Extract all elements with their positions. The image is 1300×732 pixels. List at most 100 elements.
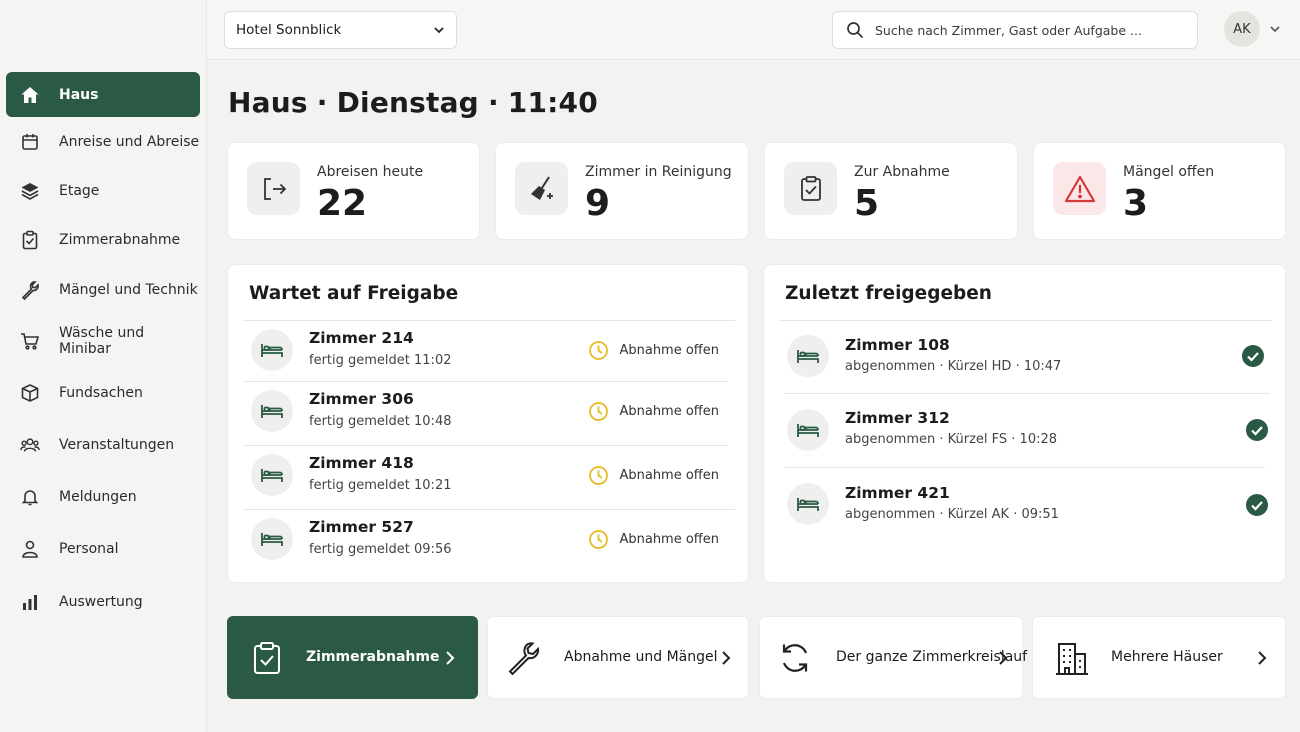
page-title-separator: · [316,86,328,119]
sidebar-item-label: Anreise und Abreise [59,133,200,150]
pending-row[interactable]: Zimmer 418 fertig gemeldet 10:21 Abnahme… [243,445,728,508]
status-text: Abnahme offen [619,404,719,419]
logout-icon [247,162,300,215]
avatar-initials: AK [1233,21,1251,37]
status-text: Abnahme offen [619,532,719,547]
stat-label: Mängel offen [1123,164,1215,180]
clock-icon [588,401,609,422]
check-circle-icon [1246,494,1268,516]
sidebar-item-label: Fundsachen [59,384,143,401]
layers-icon [20,181,40,201]
released-panel: Zuletzt freigegeben Zimmer 108 abgenomme… [763,264,1286,583]
stat-card-abreisen: Abreisen heute 22 [227,142,480,240]
box-icon [20,383,40,403]
bed-icon [251,518,293,560]
stat-label: Abreisen heute [317,164,424,180]
sidebar-item-label: Haus [59,86,99,103]
person-icon [20,539,40,559]
sidebar-item-auswertung[interactable]: Auswertung [6,579,200,624]
cart-icon [20,331,40,351]
search-input[interactable] [875,22,1175,38]
bed-icon [251,329,293,371]
stat-value: 5 [854,183,880,224]
room-subtitle: abgenommen · Kürzel FS · 10:28 [845,432,1058,447]
released-row[interactable]: Zimmer 312 abgenommen · Kürzel FS · 10:2… [785,393,1270,467]
room-subtitle: fertig gemeldet 10:48 [309,414,452,429]
home-icon [20,85,40,105]
search-box [832,11,1198,49]
sidebar-item-fundsachen[interactable]: Fundsachen [6,370,200,415]
calendar-icon [20,132,40,152]
stat-label: Zimmer in Reinigung [585,164,732,180]
chevron-right-icon [996,649,1010,667]
clock-icon [588,340,609,361]
sidebar-item-anreise-abreise[interactable]: Anreise und Abreise [6,119,200,164]
pending-row[interactable]: Zimmer 527 fertig gemeldet 09:56 Abnahme… [243,509,735,572]
sidebar-item-etage[interactable]: Etage [6,168,200,213]
clock-icon [588,529,609,550]
stat-value: 9 [585,183,611,224]
shortcut-zimmerkreislauf[interactable]: Der ganze Zimmerkreislauf [759,616,1027,699]
hotel-select[interactable]: Hotel Sonnblick [224,11,457,49]
room-name: Zimmer 108 [845,336,950,354]
chevron-right-icon [719,649,733,667]
check-circle-icon [1242,345,1264,367]
bed-icon [251,390,293,432]
bed-icon [251,454,293,496]
hotel-select-value: Hotel Sonnblick [236,22,342,38]
status-badge: Abnahme offen [588,465,719,486]
stat-card-abnahme: Zur Abnahme 5 [764,142,1018,240]
shortcut-label: Zimmerabnahme [306,649,440,665]
people-icon [20,435,40,455]
sidebar-item-label: Etage [59,182,100,199]
room-subtitle: fertig gemeldet 09:56 [309,542,452,557]
shortcut-label: Abnahme und Mängel [564,649,718,665]
status-text: Abnahme offen [619,343,719,358]
sidebar-item-maengel-technik[interactable]: Mängel und Technik [6,267,200,312]
pending-row[interactable]: Zimmer 214 fertig gemeldet 11:02 Abnahme… [243,320,735,383]
bar-chart-icon [20,592,40,612]
chevron-down-icon[interactable] [1268,22,1282,36]
room-subtitle: fertig gemeldet 11:02 [309,353,452,368]
status-text: Abnahme offen [619,468,719,483]
room-subtitle: abgenommen · Kürzel AK · 09:51 [845,507,1059,522]
shortcut-label: Mehrere Häuser [1111,649,1223,665]
sidebar-item-label: Zimmerabnahme [59,231,181,248]
wrench-icon [20,280,40,300]
bed-icon [787,409,829,451]
sidebar-item-meldungen[interactable]: Meldungen [6,474,200,519]
room-name: Zimmer 312 [845,409,950,427]
sidebar-item-label: Mängel und Technik [59,281,198,298]
sidebar-item-haus[interactable]: Haus [6,72,200,117]
page-title-day: Dienstag [336,86,479,119]
released-row[interactable]: Zimmer 421 abgenommen · Kürzel AK · 09:5… [785,467,1268,541]
released-row[interactable]: Zimmer 108 abgenommen · Kürzel HD · 10:4… [779,320,1272,393]
clipboard-check-icon [784,162,837,215]
status-badge: Abnahme offen [588,401,719,422]
sidebar-item-zimmerabnahme[interactable]: Zimmerabnahme [6,217,200,262]
sidebar-item-label: Wäsche und Minibar [59,324,145,357]
chevron-right-icon [1255,649,1269,667]
released-panel-title: Zuletzt freigegeben [785,283,992,304]
room-name: Zimmer 306 [309,390,414,408]
topbar: Hotel Sonnblick AK [207,0,1300,60]
sidebar-item-label: Veranstaltungen [59,436,175,453]
sidebar-item-waesche-minibar[interactable]: Wäsche und Minibar [6,318,200,363]
sidebar-item-label: Personal [59,540,119,557]
bed-icon [787,483,829,525]
shortcut-abnahme-maengel[interactable]: Abnahme und Mängel [487,616,749,699]
broom-icon [515,162,568,215]
sidebar-item-personal[interactable]: Personal [6,526,200,571]
shortcut-zimmerabnahme[interactable]: Zimmerabnahme [227,616,478,699]
pending-row[interactable]: Zimmer 306 fertig gemeldet 10:48 Abnahme… [243,381,728,444]
status-badge: Abnahme offen [588,340,719,361]
shortcut-mehrere-haeuser[interactable]: Mehrere Häuser [1032,616,1286,699]
sidebar-item-veranstaltungen[interactable]: Veranstaltungen [6,422,200,467]
avatar[interactable]: AK [1224,11,1260,47]
search-icon [846,21,864,39]
stat-value: 3 [1123,183,1149,224]
stat-card-reinigung: Zimmer in Reinigung 9 [495,142,749,240]
chevron-down-icon [432,23,446,37]
clipboard-check-icon [20,230,40,250]
room-subtitle: abgenommen · Kürzel HD · 10:47 [845,359,1062,374]
